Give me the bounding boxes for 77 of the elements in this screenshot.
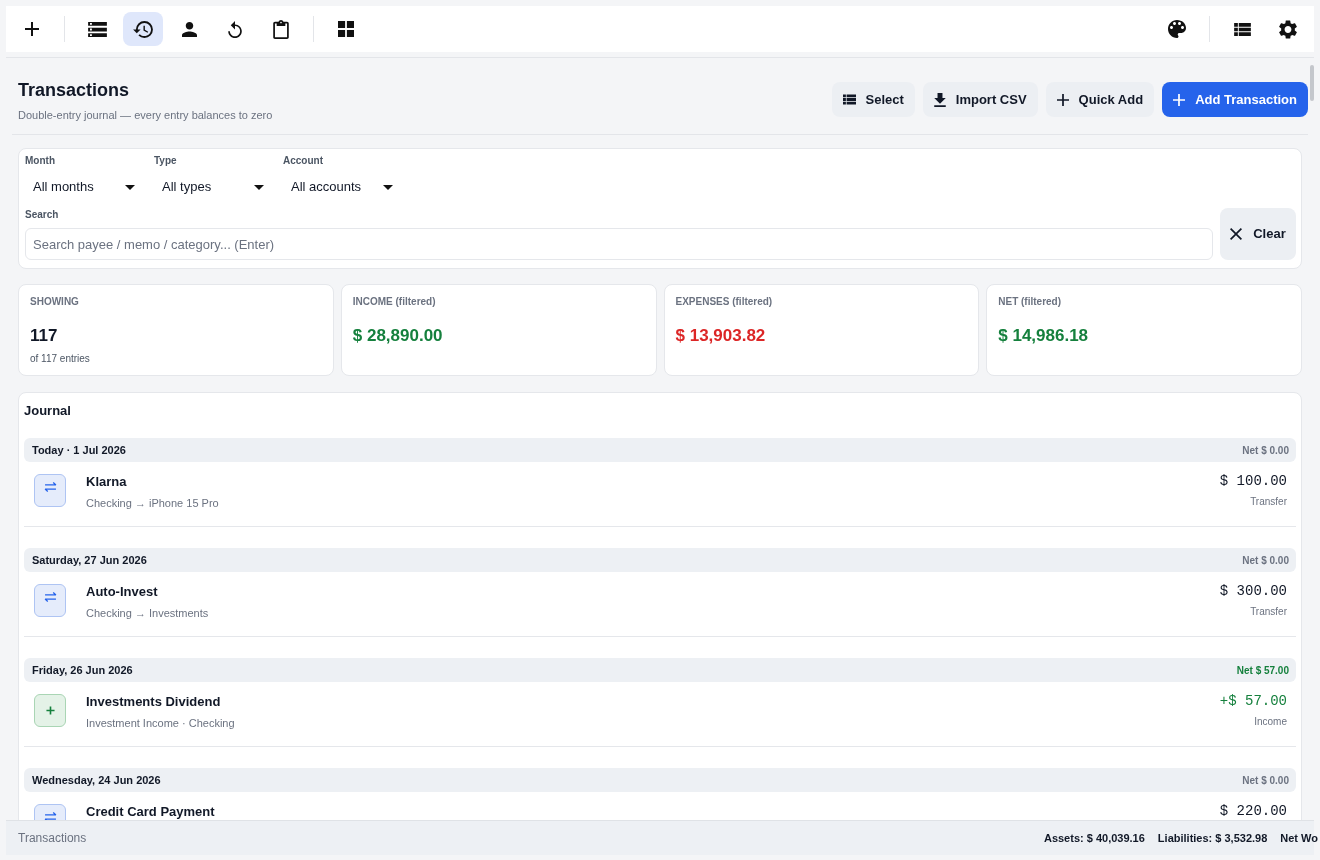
journal-entry[interactable]: Klarna Checking → iPhone 15 Pro $ 100.00 Transfer: [24, 462, 1296, 527]
filter-select[interactable]: All types: [154, 175, 271, 199]
stat-value: 117: [30, 325, 58, 347]
stat-label: EXPENSES (filtered): [675, 296, 773, 308]
entry-detail: Checking → iPhone 15 Pro: [86, 496, 219, 510]
clipboard-icon: [273, 19, 289, 39]
page-subtitle: Double-entry journal — every entry balances to zero: [18, 108, 273, 122]
filter-select[interactable]: All months: [25, 175, 142, 199]
net-total: Net $ 57.00: [1236, 663, 1289, 678]
entry-type: Transfer: [1250, 496, 1287, 508]
entry-detail: Investment Income · Checking: [86, 716, 235, 730]
stacked-rows-icon: [87, 21, 107, 37]
net-total: Net $ 0.00: [1242, 773, 1289, 788]
action-button[interactable]: Add Transaction: [1162, 82, 1308, 117]
caret-down-icon: [383, 184, 393, 190]
date-label: Saturday, 27 Jun 2026: [32, 552, 147, 568]
field-label: Type: [154, 155, 177, 167]
entry-amount: $ 100.00: [1219, 473, 1287, 490]
entry-amount: +$ 57.00: [1219, 693, 1287, 710]
stat-value: $ 28,890.00: [352, 325, 443, 347]
list-icon: [842, 94, 856, 105]
stat-label: NET (filtered): [998, 296, 1062, 308]
date-label: Wednesday, 24 Jun 2026: [32, 772, 161, 788]
person-icon: [181, 21, 197, 37]
status-title: Transactions: [18, 830, 87, 847]
plus-icon: [1173, 93, 1186, 106]
journal-entry[interactable]: Auto-Invest Checking → Investments $ 300.00 Transfer: [24, 572, 1296, 637]
settings-icon: [1279, 19, 1297, 39]
net-total: Net $ 0.00: [1242, 553, 1289, 568]
entry-detail: Checking → Investments: [86, 606, 209, 620]
scrollbar-thumb[interactable]: [1310, 65, 1314, 101]
plus-icon: [25, 22, 39, 36]
action-button[interactable]: Select: [831, 82, 915, 117]
download-icon: [933, 92, 946, 107]
search-field[interactable]: Search payee / memo / category... (Enter): [25, 228, 1213, 260]
date-label: Today · 1 Jul 2026: [32, 442, 126, 458]
action-button[interactable]: Import CSV: [922, 82, 1038, 117]
transfer-icon: [34, 474, 66, 507]
caret-down-icon: [125, 184, 135, 190]
filter-select[interactable]: All accounts: [283, 175, 400, 199]
close-icon: [1230, 228, 1243, 240]
payee-name: Investments Dividend: [86, 693, 221, 710]
stat-label: SHOWING: [30, 296, 79, 308]
plus-icon: [1056, 93, 1069, 106]
palette-icon: [1168, 20, 1186, 38]
circular-arrow-icon: [228, 20, 242, 38]
clear-button[interactable]: Clear: [1220, 208, 1296, 260]
entry-amount: $ 300.00: [1219, 583, 1287, 600]
entry-type: Income: [1254, 716, 1287, 728]
grid-icon: [338, 21, 354, 37]
action-button[interactable]: Quick Add: [1045, 82, 1155, 117]
status-total: Net Wo: [1280, 830, 1318, 846]
caret-down-icon: [254, 184, 264, 190]
stat-value: $ 13,903.82: [675, 325, 766, 347]
net-total: Net $ 0.00: [1242, 443, 1289, 458]
plus-icon: [34, 694, 66, 727]
stat-note: of 117 entries: [30, 353, 90, 365]
status-total: Liabilities: $ 3,532.98: [1157, 830, 1268, 846]
payee-name: Auto-Invest: [86, 583, 158, 600]
history-icon: [133, 20, 153, 38]
field-label: Month: [25, 155, 55, 167]
stat-label: INCOME (filtered): [352, 296, 436, 308]
entry-type: Transfer: [1250, 606, 1287, 618]
payee-name: Klarna: [86, 473, 127, 490]
toolbar-button[interactable]: [123, 12, 163, 46]
date-label: Friday, 26 Jun 2026: [32, 662, 133, 678]
section-title: Journal: [24, 402, 71, 420]
stat-value: $ 14,986.18: [998, 325, 1089, 347]
field-label: Search: [25, 209, 59, 221]
page-title: Transactions: [18, 79, 131, 102]
payee-name: Credit Card Payment: [86, 803, 215, 820]
journal-entry[interactable]: Investments Dividend Investment Income · Checking +$ 57.00 Income: [24, 682, 1296, 747]
status-total: Assets: $ 40,039.16: [1043, 830, 1145, 846]
field-label: Account: [283, 155, 323, 167]
transfer-icon: [34, 584, 66, 617]
entry-amount: $ 220.00: [1219, 803, 1287, 820]
list-icon: [1233, 22, 1251, 36]
